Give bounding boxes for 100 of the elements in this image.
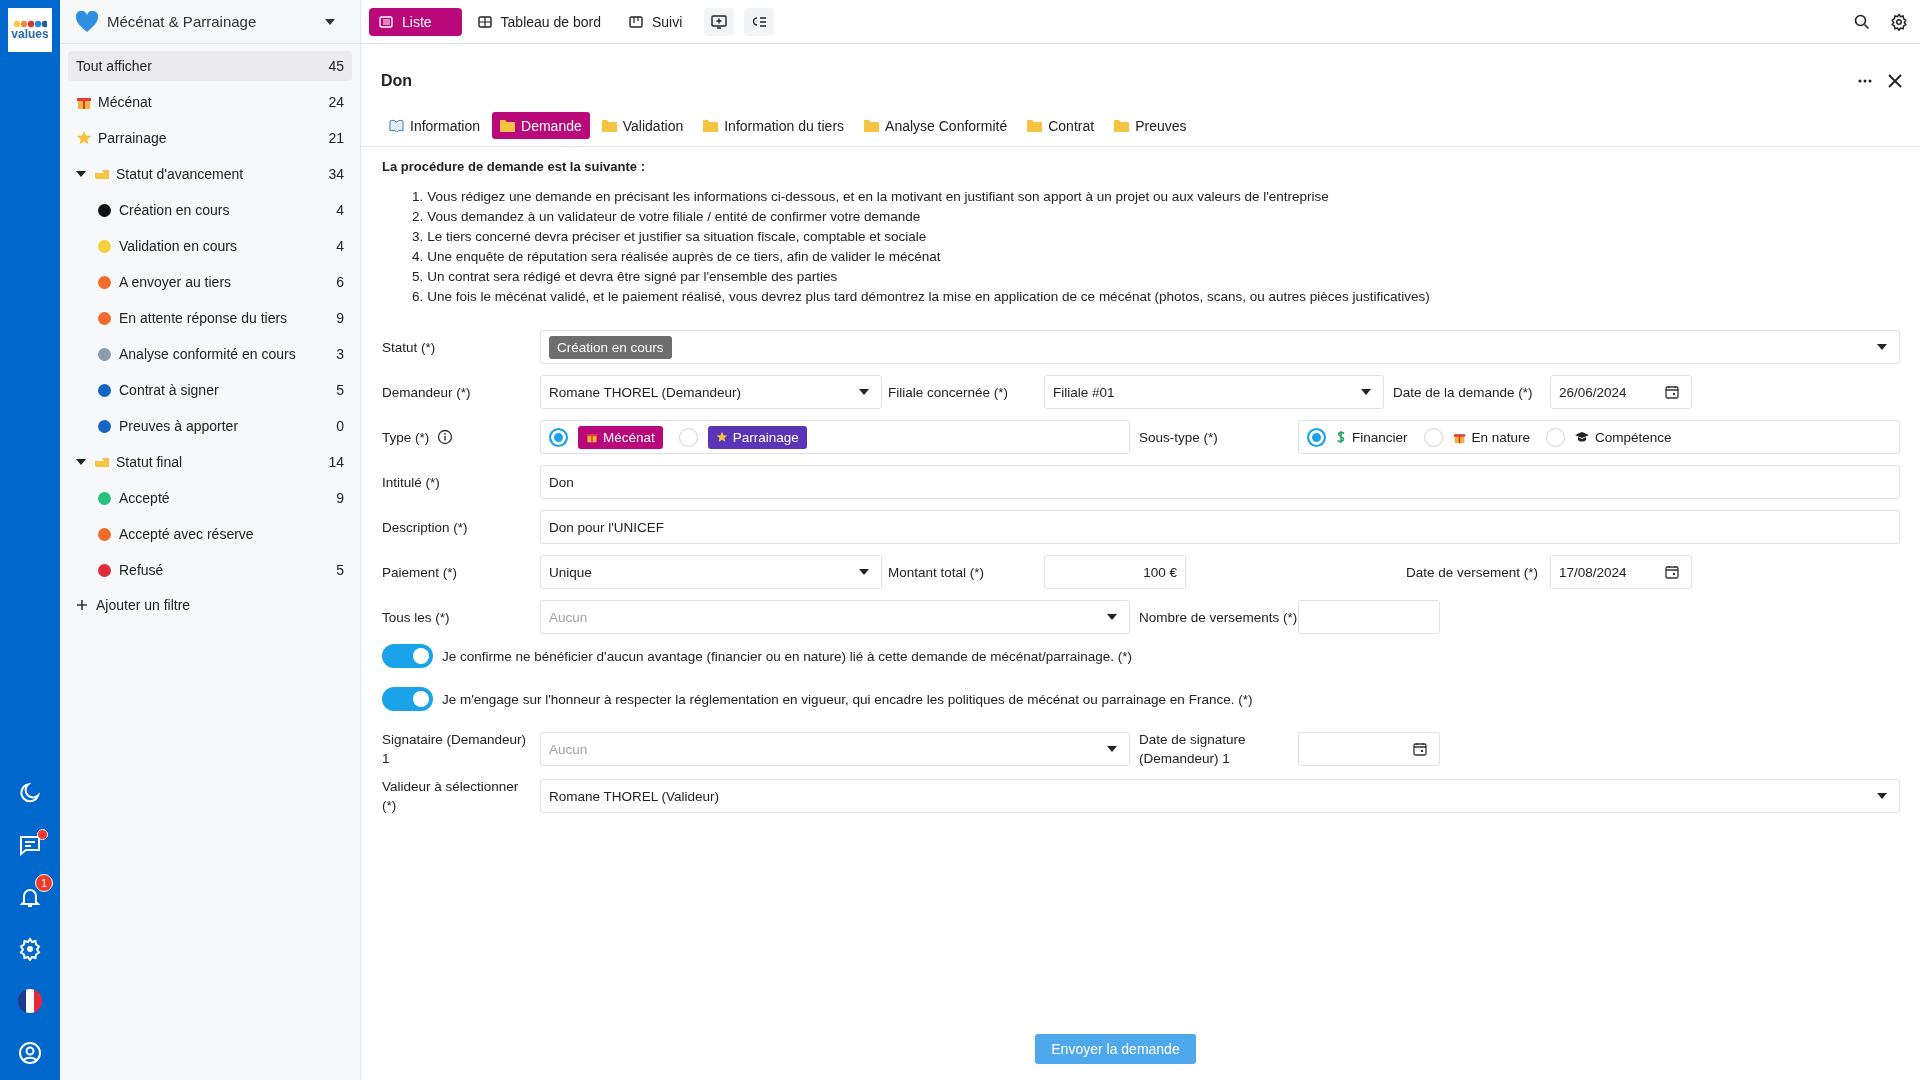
- amount-input[interactable]: 100 €: [1044, 555, 1186, 589]
- record-tab[interactable]: Contrat: [1019, 112, 1103, 139]
- search-icon[interactable]: [1854, 13, 1870, 30]
- caret-icon: [1877, 344, 1887, 350]
- folder-icon: [500, 119, 516, 132]
- caret-icon: [1361, 389, 1371, 395]
- view-tab[interactable]: Suivi: [619, 7, 695, 36]
- field-label: Date de la demande (*): [1392, 383, 1534, 402]
- heart-icon: [75, 10, 99, 33]
- calendar-icon: [1665, 385, 1679, 399]
- filter-item[interactable]: Statut final 14: [68, 447, 352, 477]
- graduation-cap-icon: [1575, 431, 1590, 443]
- step-number: 2.: [412, 208, 424, 226]
- filter-item[interactable]: A envoyer au tiers 6: [68, 267, 352, 297]
- field-label: Date de versement (*): [1404, 564, 1539, 580]
- description-input[interactable]: Don pour l'UNICEF: [540, 510, 1900, 544]
- field-label: Demandeur (*): [382, 383, 472, 402]
- folder-icon: [1114, 119, 1130, 132]
- filter-item[interactable]: Parrainage 21: [68, 123, 352, 153]
- radio-button[interactable]: [1307, 427, 1326, 447]
- caret-icon: [1107, 614, 1117, 620]
- radio-button[interactable]: [549, 427, 568, 447]
- step-text: Le tiers concerné devra préciser et justifier sa situation fiscale, comptable et sociale: [427, 228, 927, 246]
- subsidiary-select[interactable]: Filiale #01: [1044, 375, 1384, 409]
- option-label: Compétence: [1595, 429, 1672, 445]
- dots-icon: [13, 20, 47, 28]
- field-label: Nombre de versements (*): [1138, 608, 1298, 627]
- module-selector[interactable]: Mécénat & Parrainage: [60, 0, 360, 44]
- requester-select[interactable]: Romane THOREL (Demandeur): [540, 375, 882, 409]
- plus-icon: [76, 599, 88, 611]
- user-icon[interactable]: [18, 1041, 42, 1065]
- more-icon[interactable]: [1858, 79, 1872, 83]
- info-icon[interactable]: [437, 429, 454, 445]
- view-tab[interactable]: Liste: [369, 7, 462, 36]
- dollar-icon: [1336, 430, 1346, 444]
- logo-text: values: [11, 28, 49, 40]
- toggle-switch[interactable]: [382, 644, 433, 668]
- field-label: Valideur à sélectionner (*): [382, 778, 520, 815]
- close-icon[interactable]: [1888, 74, 1902, 88]
- filter-item[interactable]: Refusé 5: [68, 555, 352, 585]
- title-input[interactable]: Don: [540, 465, 1900, 499]
- field-label: Filiale concernée (*): [887, 383, 1010, 402]
- toggle-label: Je m'engage sur l'honneur à respecter la réglementation en vigueur, qui encadre les politiques de mécénat ou parrainage en France. (*): [442, 691, 1253, 707]
- step-number: 5.: [412, 268, 424, 286]
- filter-item[interactable]: Tout afficher 45: [68, 51, 352, 81]
- moon-icon[interactable]: [18, 781, 42, 805]
- field-label: Montant total (*): [887, 563, 986, 582]
- record-tab[interactable]: Analyse Conformité: [856, 112, 1016, 139]
- list-options-button[interactable]: [744, 7, 775, 36]
- record-tab[interactable]: Preuves: [1106, 112, 1195, 139]
- status-select[interactable]: Création en cours: [540, 330, 1900, 364]
- filter-item[interactable]: Analyse conformité en cours 3: [68, 339, 352, 369]
- field-label: Date de signature (Demandeur) 1: [1138, 731, 1247, 768]
- field-label: Intitulé (*): [382, 473, 441, 492]
- step-number: 3.: [412, 228, 424, 246]
- filter-item[interactable]: Création en cours 4: [68, 195, 352, 225]
- filter-item[interactable]: En attente réponse du tiers 9: [68, 303, 352, 333]
- record-tab[interactable]: Information du tiers: [695, 112, 853, 139]
- validator-select[interactable]: Romane THOREL (Valideur): [540, 779, 1900, 813]
- record-tab[interactable]: Information: [381, 112, 489, 139]
- field-label: Signataire (Demandeur) 1: [382, 731, 528, 768]
- filter-item[interactable]: Statut d'avancement 34: [68, 159, 352, 189]
- installments-input[interactable]: [1298, 600, 1440, 634]
- field-label: Statut (*): [382, 338, 437, 357]
- settings-icon[interactable]: [1890, 12, 1908, 31]
- filter-item[interactable]: Accepté avec réserve: [68, 519, 352, 549]
- add-filter-link[interactable]: Ajouter un filtre: [68, 593, 352, 617]
- field-label: Tous les (*): [382, 608, 451, 627]
- procedure-heading: La procédure de demande est la suivante :: [382, 159, 646, 174]
- view-tab[interactable]: Tableau de bord: [467, 7, 613, 36]
- option-label: En nature: [1471, 429, 1531, 445]
- option-label: Financier: [1352, 429, 1408, 445]
- list-icon: [379, 14, 393, 29]
- date-field[interactable]: 17/08/2024: [1550, 555, 1692, 589]
- record-tab[interactable]: Demande: [492, 112, 590, 139]
- book-icon: [389, 119, 404, 132]
- record-title: Don: [381, 72, 413, 90]
- filter-item[interactable]: Validation en cours 4: [68, 231, 352, 261]
- caret-icon: [859, 389, 869, 395]
- date-field[interactable]: 26/06/2024: [1550, 375, 1692, 409]
- french-flag-icon[interactable]: [17, 988, 43, 1014]
- caret-icon: [76, 170, 86, 178]
- type-tag: Parrainage: [707, 425, 807, 449]
- record-tab[interactable]: Validation: [593, 112, 692, 139]
- gift-icon: [586, 431, 598, 443]
- field-label: Sous-type (*): [1138, 428, 1219, 447]
- chat-icon[interactable]: [18, 833, 42, 857]
- filter-item[interactable]: Accepté 9: [68, 483, 352, 513]
- filter-item[interactable]: Contrat à signer 5: [68, 375, 352, 405]
- payment-select[interactable]: Unique: [540, 555, 882, 589]
- filter-item[interactable]: Mécénat 24: [68, 87, 352, 117]
- step-text: Un contrat sera rédigé et devra être signé par l'ensemble des parties: [427, 268, 838, 286]
- values-logo[interactable]: values: [8, 8, 52, 52]
- date-field[interactable]: [1298, 732, 1440, 766]
- calendar-icon: [1665, 565, 1679, 579]
- add-screen-button[interactable]: [704, 7, 735, 36]
- caret-icon: [76, 458, 86, 466]
- toggle-switch[interactable]: [382, 687, 433, 711]
- filter-item[interactable]: Preuves à apporter 0: [68, 411, 352, 441]
- step-number: 4.: [412, 248, 424, 266]
